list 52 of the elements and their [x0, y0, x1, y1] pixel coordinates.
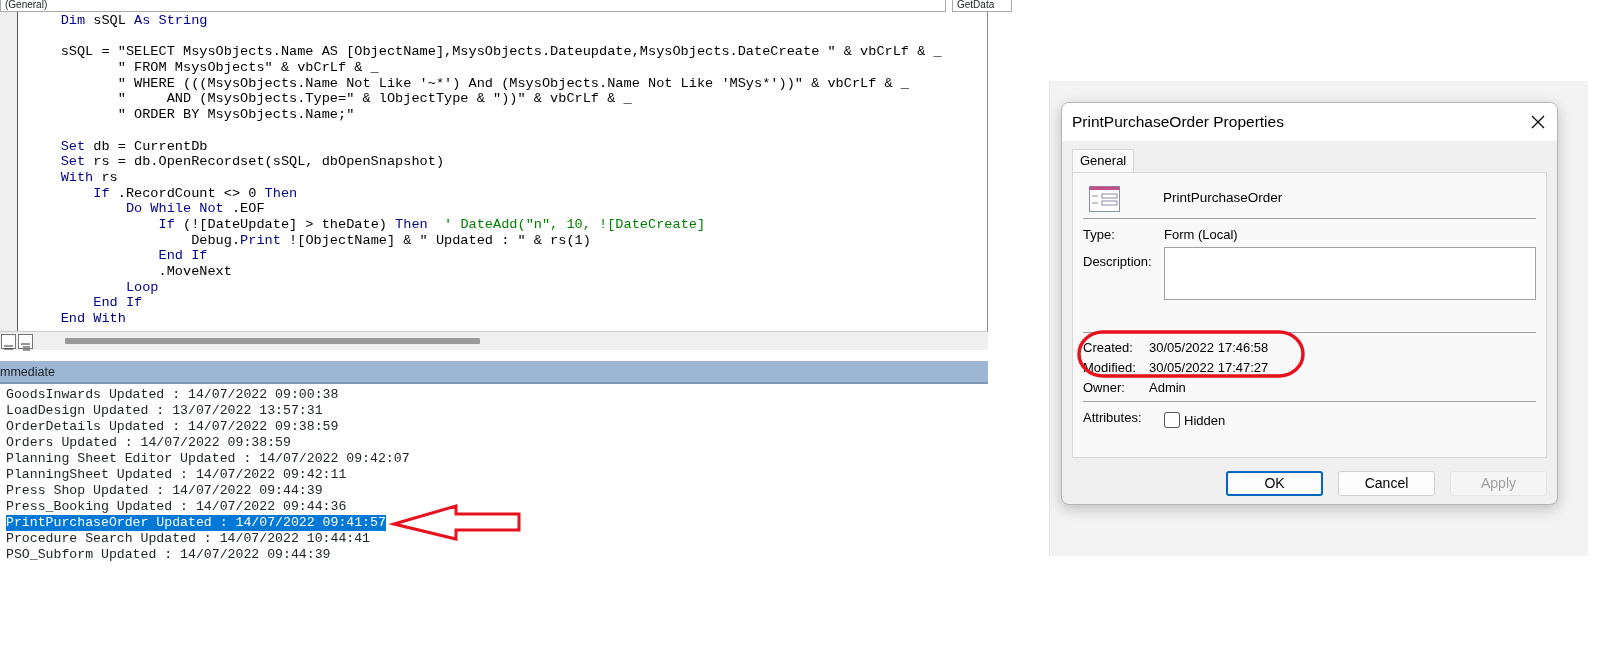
immediate-window-title: mmediate — [0, 361, 988, 384]
field-value: 30/05/2022 17:46:58 — [1149, 338, 1269, 357]
field-label: Description: — [1083, 252, 1153, 271]
code-line: " FROM MsysObjects" & vbCrLf & _ — [116, 60, 379, 76]
code-line: Loop — [124, 279, 159, 296]
code-line: " WHERE (((MsysObjects.Name Not Like '~*') And (MsysObjects.Name Not Like 'MSys*'))" & vbCrLf & _ — [116, 75, 910, 92]
code-line: Debug.Print ![ObjectName] & " Updated : " & rs(1) — [190, 232, 591, 249]
dialog-title: PrintPurchaseOrder Properties — [1072, 112, 1284, 133]
code-line: Set db = CurrentDb — [59, 138, 208, 155]
output-line: Press_Booking Updated : 14/07/2022 09:44:36 — [6, 499, 347, 515]
field-value: Admin — [1149, 378, 1186, 397]
procedure-dropdown[interactable]: GetData — [952, 0, 1012, 12]
code-line: sSQL = "SELECT MsysObjects.Name AS [ObjectName],MsysObjects.Dateupdate,MsysObjects.DateCreate " & vbCrLf & _ — [59, 44, 942, 61]
field-label: Owner: — [1083, 378, 1126, 397]
output-line: OrderDetails Updated : 14/07/2022 09:38:59 — [6, 419, 339, 435]
object-dropdown[interactable]: (General) — [0, 0, 946, 12]
dialog-button[interactable]: Cancel — [1338, 471, 1435, 496]
code-line: .MoveNext — [157, 264, 232, 280]
field-label: Created: — [1083, 338, 1134, 357]
output-line: Orders Updated : 14/07/2022 09:38:59 — [6, 435, 291, 451]
code-line: " AND (MsysObjects.Type=" & lObjectType & "))" & vbCrLf & _ — [116, 91, 632, 108]
tab[interactable]: General — [1072, 149, 1135, 172]
horizontal-scrollbar[interactable] — [65, 338, 480, 344]
output-line: Press Shop Updated : 14/07/2022 09:44:39 — [6, 483, 323, 499]
output-line: Planning Sheet Editor Updated : 14/07/2022 09:42:07 — [6, 451, 410, 467]
code-line: If .RecordCount <> 0 Then — [92, 185, 298, 202]
object-name: PrintPurchaseOrder — [1163, 189, 1283, 208]
full-module-view-icon[interactable] — [18, 333, 33, 349]
procedure-view-icon[interactable] — [1, 333, 16, 349]
output-line: GoodsInwards Updated : 14/07/2022 09:00:38 — [6, 387, 339, 403]
field-value: 30/05/2022 17:47:27 — [1149, 358, 1269, 377]
close-icon[interactable] — [1531, 115, 1545, 129]
code-line: End If — [157, 248, 208, 264]
field-label: Type: — [1083, 226, 1116, 244]
code-line: End If — [92, 295, 143, 312]
hidden-checkbox[interactable]: Hidden — [1164, 410, 1226, 430]
code-line: End With — [59, 311, 126, 327]
output-line: LoadDesign Updated : 13/07/2022 13:57:31 — [6, 403, 323, 419]
form-icon — [1089, 185, 1120, 212]
field-value: Form (Local) — [1164, 226, 1238, 244]
code-line: Dim sSQL As String — [59, 13, 208, 29]
dialog-button[interactable]: OK — [1226, 471, 1323, 496]
code-line: Set rs = db.OpenRecordset(sSQL, dbOpenSnapshot) — [59, 154, 445, 170]
code-line: " ORDER BY MsysObjects.Name;" — [116, 107, 355, 123]
output-line: Procedure Search Updated : 14/07/2022 10:44:41 — [6, 531, 371, 547]
code-line: With rs — [59, 169, 118, 186]
description-field[interactable] — [1164, 246, 1536, 300]
output-line: PSO_Subform Updated : 14/07/2022 09:44:39 — [6, 547, 331, 563]
output-line: PlanningSheet Updated : 14/07/2022 09:42:11 — [6, 467, 347, 483]
code-line: Do While Not .EOF — [124, 201, 265, 217]
field-label: Attributes: — [1083, 408, 1143, 427]
code-line: If (![DateUpdate] > theDate) Then ' DateAdd("n", 10, ![DateCreate] — [157, 216, 706, 233]
